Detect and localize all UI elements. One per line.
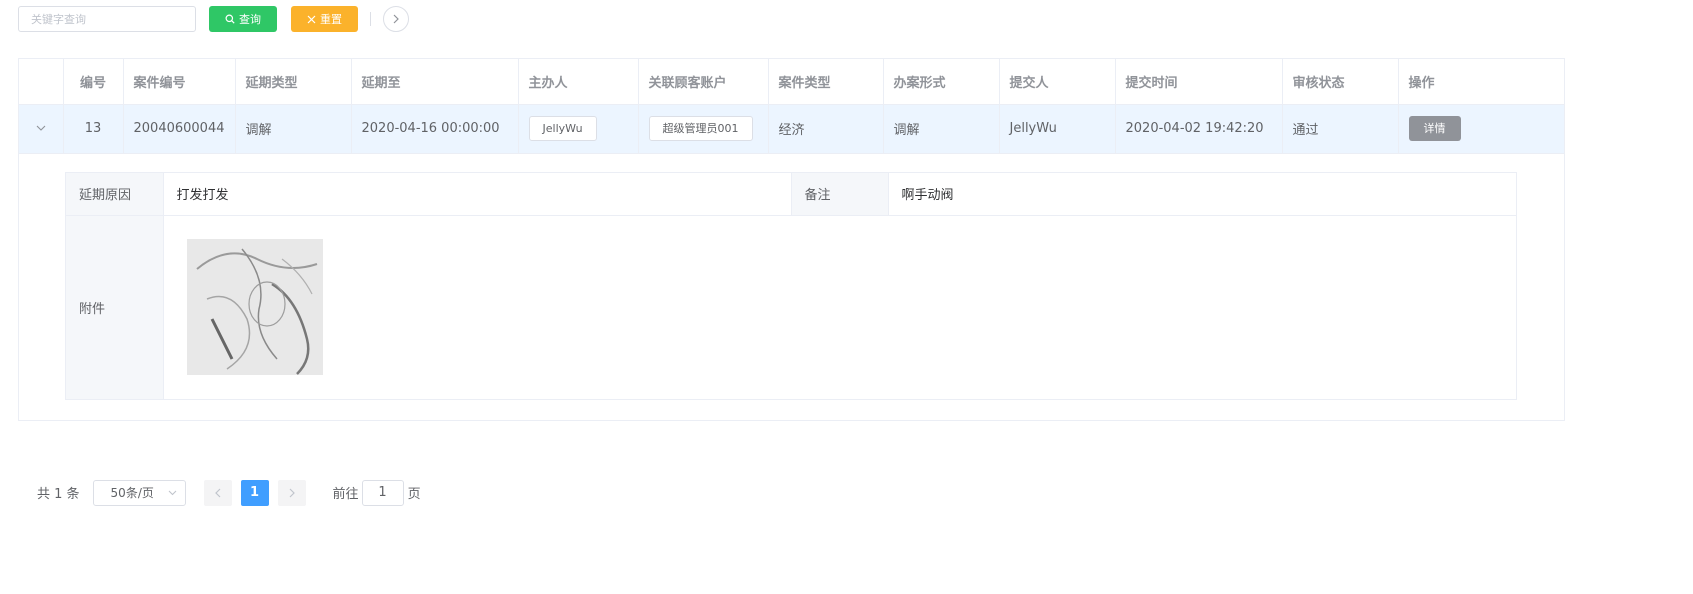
col-header-expand xyxy=(19,59,64,105)
goto-label: 前往 xyxy=(332,487,359,502)
chevron-right-icon xyxy=(393,14,399,24)
pagination: 共 1 条 50条/页 1 前往 页 xyxy=(37,479,421,506)
reason-label: 延期原因 xyxy=(66,173,164,216)
expanded-row-detail: 延期原因 打发打发 备注 啊手动阀 附件 xyxy=(65,172,1517,400)
cell-delay-type: 调解 xyxy=(235,104,352,154)
search-input[interactable] xyxy=(18,6,196,32)
col-header-submitter: 提交人 xyxy=(999,59,1116,105)
toolbar-divider xyxy=(370,12,371,26)
remark-value: 啊手动阀 xyxy=(888,173,1516,216)
pagination-total: 共 1 条 xyxy=(37,487,80,502)
chevron-right-icon xyxy=(289,488,295,497)
cell-customer: 超级管理员001 xyxy=(638,104,769,154)
cell-case-no: 20040600044 xyxy=(123,104,236,154)
cell-delay-to: 2020-04-16 00:00:00 xyxy=(351,104,519,154)
cell-id: 13 xyxy=(63,104,124,154)
cell-host: JellyWu xyxy=(518,104,639,154)
cell-case-type: 经济 xyxy=(768,104,884,154)
reason-value: 打发打发 xyxy=(163,173,792,216)
chevron-left-icon xyxy=(214,488,220,497)
col-header-customer: 关联顾客账户 xyxy=(638,59,769,105)
remark-label: 备注 xyxy=(791,173,889,216)
customer-button[interactable]: 超级管理员001 xyxy=(648,116,753,141)
page-size-value: 50条/页 xyxy=(110,486,154,500)
next-page-button[interactable] xyxy=(277,479,306,506)
expand-search-button[interactable] xyxy=(383,6,409,32)
chevron-down-icon xyxy=(168,490,176,495)
chevron-down-icon xyxy=(36,125,46,131)
expand-toggle[interactable] xyxy=(19,104,64,154)
sketch-illustration-icon xyxy=(186,239,323,376)
attachment-image[interactable] xyxy=(186,239,323,376)
col-header-action: 操作 xyxy=(1398,59,1564,105)
reset-button-label: 重置 xyxy=(320,13,342,26)
cell-submitter: JellyWu xyxy=(999,104,1116,154)
attachment-cell xyxy=(163,215,1516,399)
toolbar: 查询 重置 xyxy=(18,5,409,33)
query-button[interactable]: 查询 xyxy=(209,6,277,32)
query-button-label: 查询 xyxy=(239,13,261,26)
table-row[interactable]: 13 20040600044 调解 2020-04-16 00:00:00 Je… xyxy=(19,104,1564,154)
col-header-delay-type: 延期类型 xyxy=(235,59,352,105)
close-icon xyxy=(307,15,316,23)
data-table: 编号 案件编号 延期类型 延期至 主办人 关联顾客账户 案件类型 办案形式 提交… xyxy=(18,58,1565,421)
col-header-case-no: 案件编号 xyxy=(123,59,236,105)
goto-page-input[interactable] xyxy=(361,479,404,506)
col-header-case-type: 案件类型 xyxy=(768,59,884,105)
col-header-host: 主办人 xyxy=(518,59,639,105)
goto-suffix: 页 xyxy=(407,487,421,502)
cell-submit-time: 2020-04-02 19:42:20 xyxy=(1115,104,1283,154)
col-header-id: 编号 xyxy=(63,59,124,105)
page-size-select[interactable]: 50条/页 xyxy=(92,479,186,506)
prev-page-button[interactable] xyxy=(203,479,232,506)
cell-status: 通过 xyxy=(1282,104,1399,154)
table-header-row: 编号 案件编号 延期类型 延期至 主办人 关联顾客账户 案件类型 办案形式 提交… xyxy=(19,59,1564,105)
reset-button[interactable]: 重置 xyxy=(291,6,358,32)
attachment-label: 附件 xyxy=(66,215,164,399)
host-button[interactable]: JellyWu xyxy=(528,116,597,141)
col-header-submit-time: 提交时间 xyxy=(1115,59,1283,105)
page-number-current[interactable]: 1 xyxy=(240,479,269,506)
col-header-delay-to: 延期至 xyxy=(351,59,519,105)
search-icon xyxy=(225,14,235,24)
detail-button[interactable]: 详情 xyxy=(1408,116,1461,141)
cell-action: 详情 xyxy=(1398,104,1564,154)
cell-handling: 调解 xyxy=(883,104,1000,154)
col-header-handling: 办案形式 xyxy=(883,59,1000,105)
col-header-status: 审核状态 xyxy=(1282,59,1399,105)
